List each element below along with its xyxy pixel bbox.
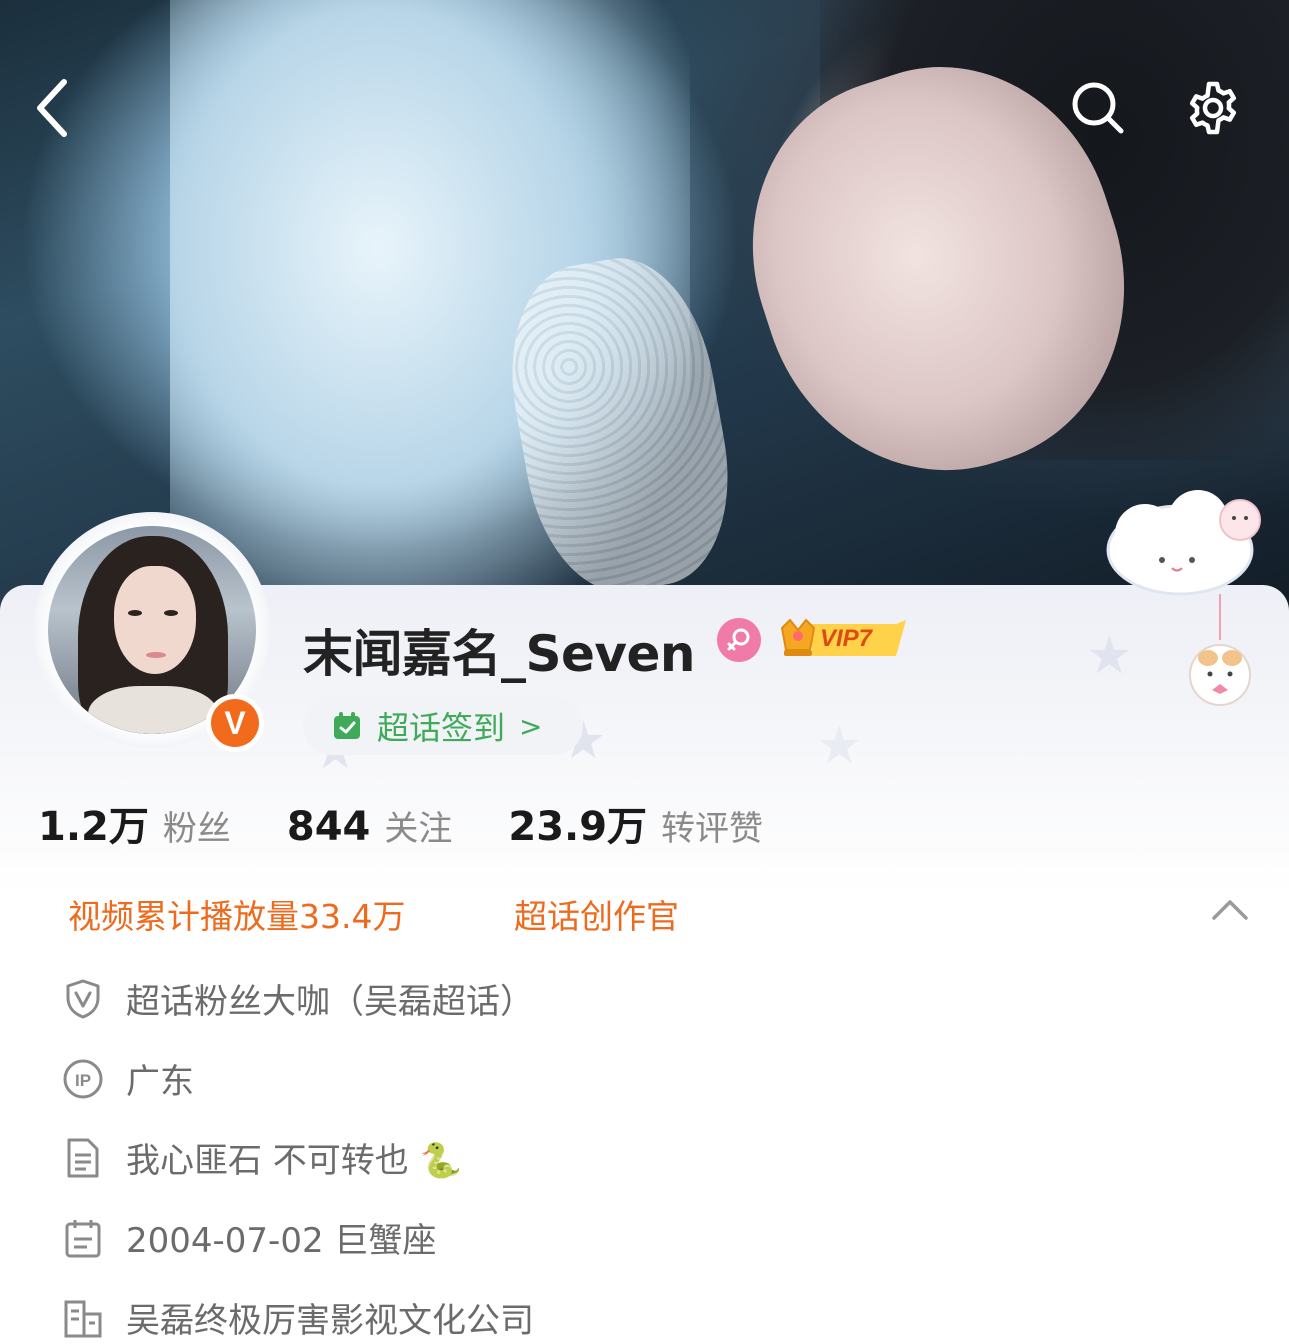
stats-row: 1.2万 粉丝 844 关注 23.9万 转评赞 <box>38 794 763 852</box>
chevron-right-icon: > <box>519 709 543 743</box>
avatar-eye <box>164 610 178 616</box>
shield-v-icon <box>62 978 104 1020</box>
ip-icon: IP <box>62 1058 104 1100</box>
cloud-sticker-icon <box>1106 490 1261 706</box>
star-decoration-icon: ★ <box>816 716 863 776</box>
chevron-up-icon[interactable] <box>1208 892 1252 928</box>
gear-icon <box>1189 81 1237 135</box>
avatar-shirt <box>88 686 218 734</box>
stat-likes[interactable]: 23.9万 转评赞 <box>508 794 763 852</box>
back-button[interactable] <box>22 78 82 138</box>
info-text: 我心匪石 不可转也 🐍 <box>126 1141 462 1181</box>
stat-followers[interactable]: 1.2万 粉丝 <box>38 794 231 852</box>
verified-v-icon: V <box>211 699 259 747</box>
info-row-ip: IP 广东 <box>62 1054 194 1103</box>
search-icon <box>1072 82 1124 134</box>
info-text: 广东 <box>126 1062 194 1102</box>
avatar-eye <box>128 610 142 616</box>
stat-label: 转评赞 <box>661 809 764 849</box>
super-topic-checkin-button[interactable]: 超话签到 > <box>303 697 583 755</box>
search-button[interactable] <box>1068 78 1128 138</box>
female-gender-icon <box>717 618 761 662</box>
svg-text:IP: IP <box>75 1071 91 1090</box>
stat-value: 844 <box>286 804 371 850</box>
info-row-birthday: 2004-07-02 巨蟹座 <box>62 1213 436 1262</box>
stat-label: 粉丝 <box>162 809 231 849</box>
stat-label: 关注 <box>384 809 453 849</box>
creator-tag[interactable]: 超话创作官 <box>514 890 679 938</box>
info-text: 吴磊终极厉害影视文化公司 <box>126 1301 534 1341</box>
calendar-check-icon <box>334 712 360 739</box>
verified-badge[interactable]: V <box>206 694 264 752</box>
stat-following[interactable]: 844 关注 <box>287 801 453 850</box>
info-row-company: 吴磊终极厉害影视文化公司 <box>62 1293 534 1342</box>
chevron-left-icon <box>37 79 67 137</box>
info-row-bio: 我心匪石 不可转也 🐍 <box>62 1133 462 1182</box>
document-icon <box>62 1137 104 1179</box>
checkin-label: 超话签到 <box>377 709 506 747</box>
stat-value: 1.2万 <box>38 804 149 850</box>
video-plays-tag[interactable]: 视频累计播放量33.4万 <box>68 890 405 938</box>
company-icon <box>62 1297 104 1339</box>
avatar-lips <box>146 652 166 658</box>
settings-button[interactable] <box>1183 78 1243 138</box>
username: 末闻嘉名_Seven <box>303 625 696 683</box>
stat-value: 23.9万 <box>508 804 648 850</box>
calendar-icon <box>62 1217 104 1259</box>
info-row-super-topic[interactable]: 超话粉丝大咖（吴磊超话） <box>62 974 534 1023</box>
info-text: 超话粉丝大咖（吴磊超话） <box>126 982 534 1022</box>
info-text: 2004-07-02 巨蟹座 <box>126 1221 437 1261</box>
vip-level-label: VIP7 <box>820 625 873 652</box>
